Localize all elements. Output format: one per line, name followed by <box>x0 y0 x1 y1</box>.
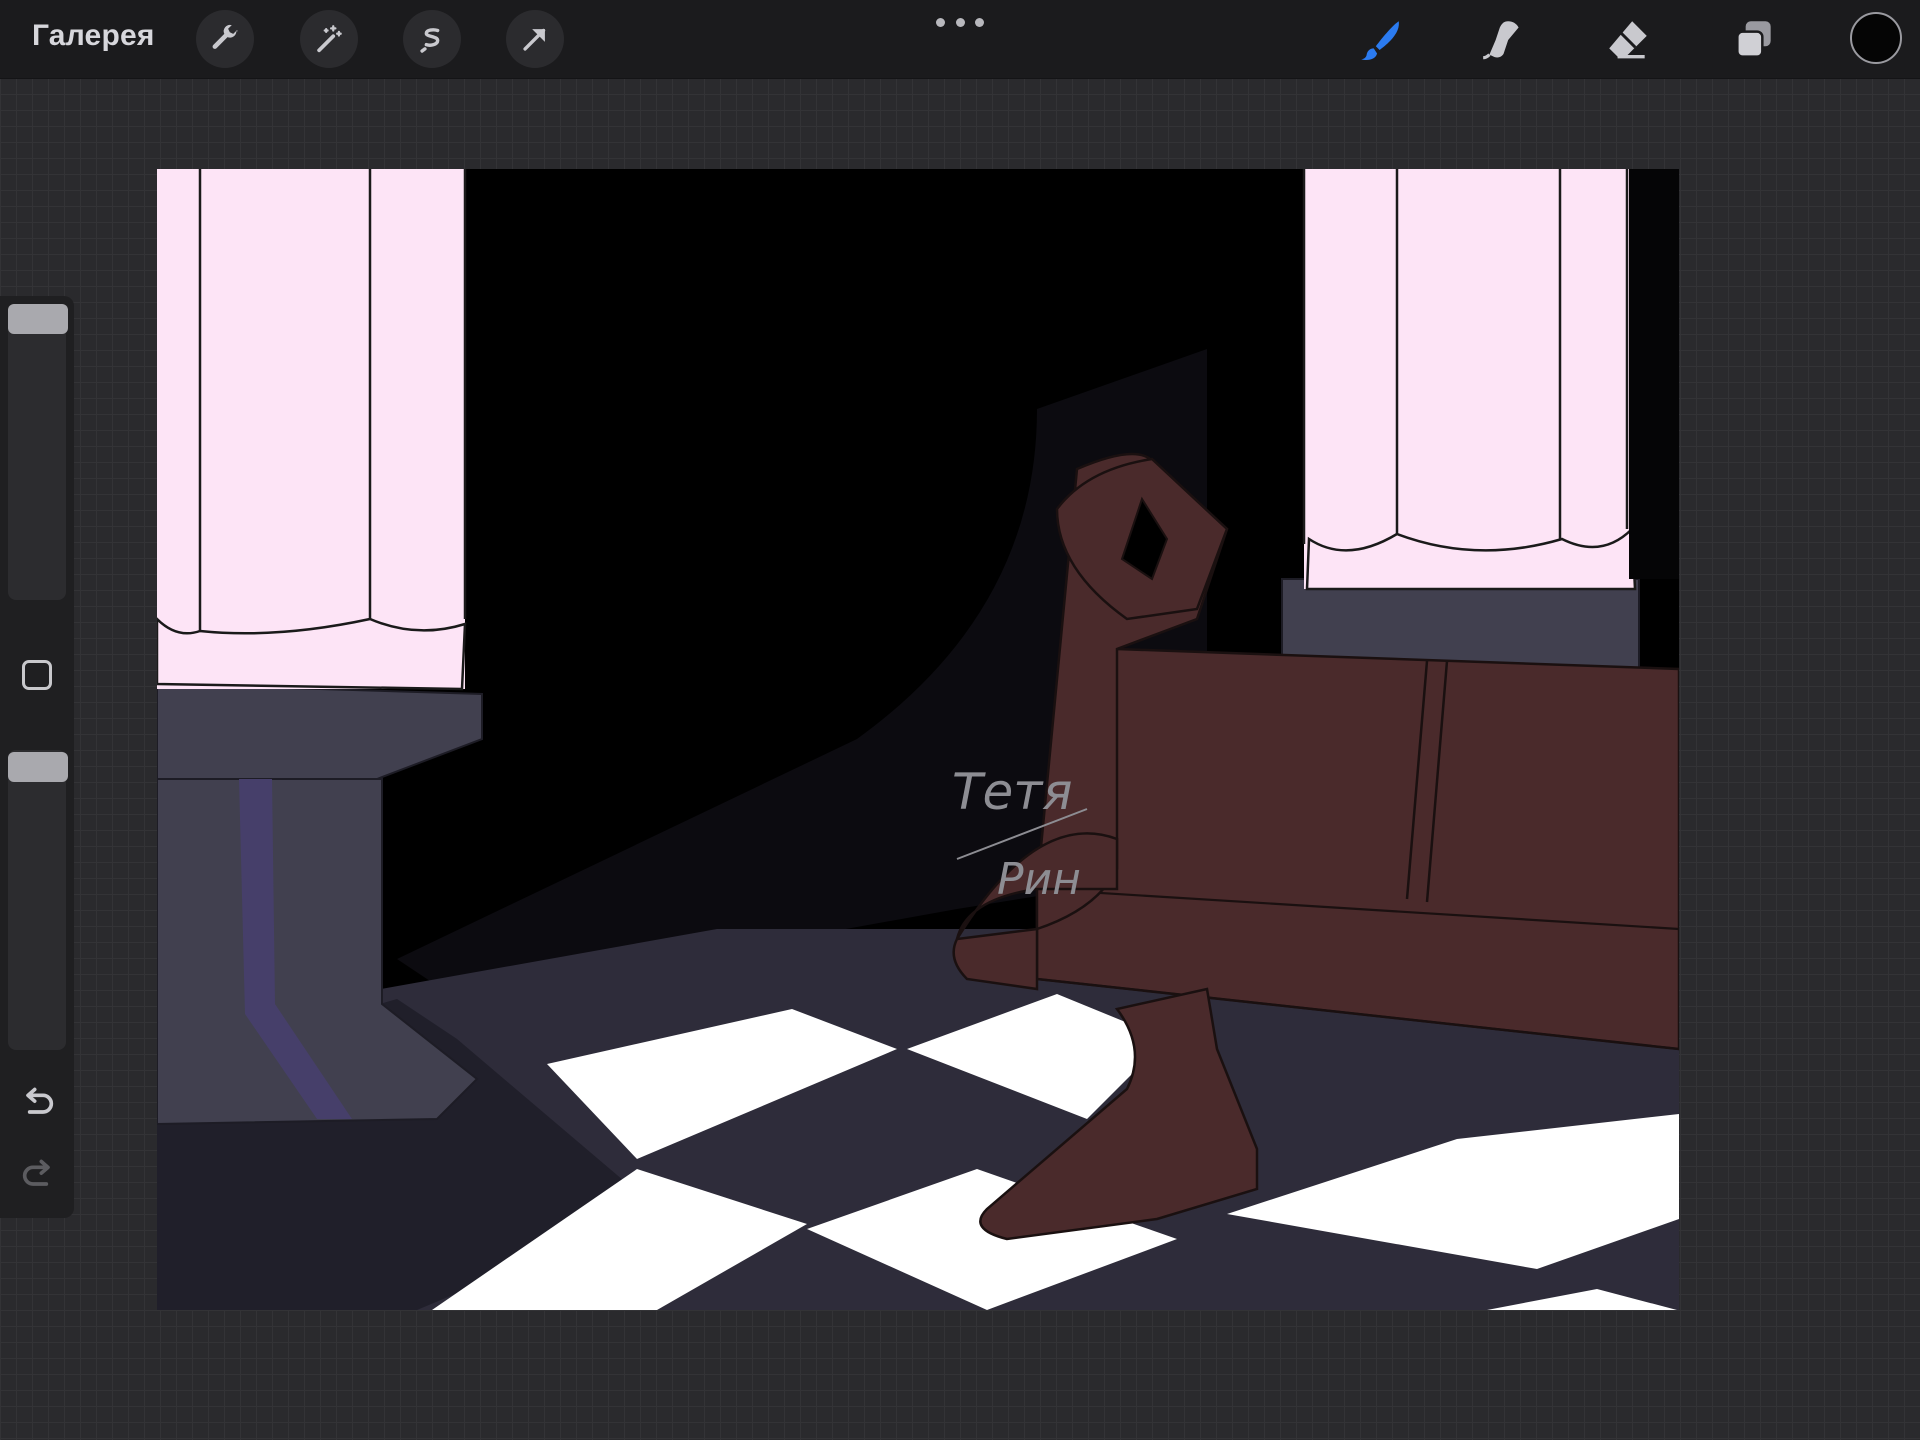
signature-line1: Тетя <box>952 763 1073 821</box>
modify-button[interactable] <box>22 660 52 690</box>
brush-size-slider[interactable] <box>8 306 66 600</box>
opacity-thumb[interactable] <box>8 752 68 782</box>
undo-icon[interactable] <box>18 1082 58 1122</box>
smudge-icon[interactable] <box>1476 12 1532 68</box>
color-picker-swatch[interactable] <box>1850 12 1902 64</box>
top-toolbar: Галерея <box>0 0 1920 79</box>
eraser-icon[interactable] <box>1600 12 1656 68</box>
magic-wand-icon[interactable] <box>300 10 358 68</box>
signature-line2: Рин <box>997 854 1081 905</box>
redo-icon[interactable] <box>18 1154 58 1194</box>
selection-icon[interactable] <box>403 10 461 68</box>
gallery-button[interactable]: Галерея <box>32 19 155 53</box>
layers-icon[interactable] <box>1726 12 1782 68</box>
wrench-icon[interactable] <box>196 10 254 68</box>
more-options-icon[interactable] <box>936 14 984 30</box>
right-column <box>1304 169 1629 589</box>
artwork: Тетя Рин <box>157 169 1679 1310</box>
left-column <box>157 169 465 689</box>
left-sidebar <box>0 296 74 1218</box>
brush-icon[interactable] <box>1352 12 1408 68</box>
drawing-canvas[interactable]: Тетя Рин <box>157 169 1679 1310</box>
transform-arrow-icon[interactable] <box>506 10 564 68</box>
opacity-slider[interactable] <box>8 750 66 1050</box>
brush-size-thumb[interactable] <box>8 304 68 334</box>
